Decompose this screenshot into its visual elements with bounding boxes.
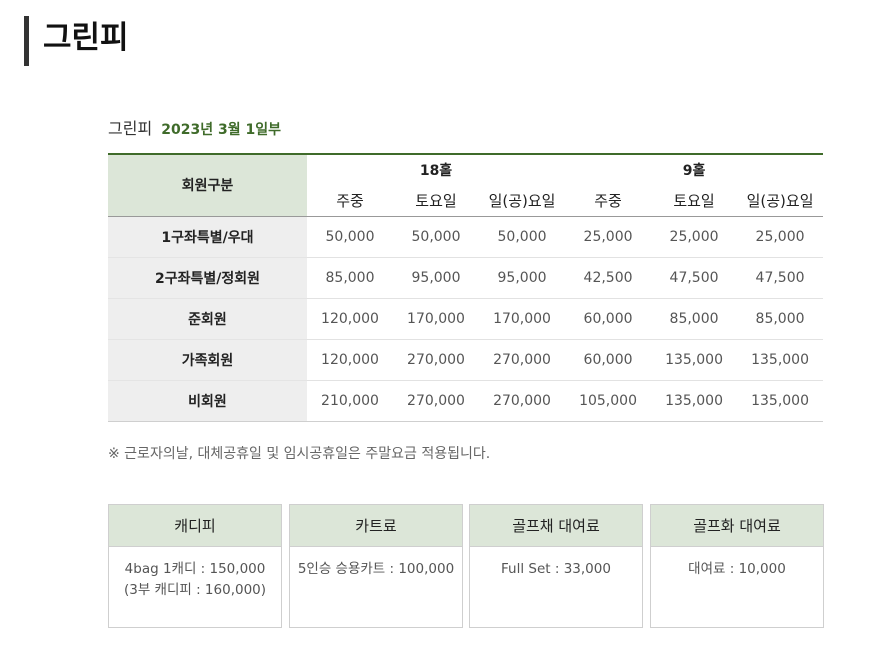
green-fee-table: 회원구분 18홀 9홀 주중 토요일 일(공)요일 주중 토요일 일(공)요일 … bbox=[108, 153, 824, 422]
box-content: Full Set : 33,000 bbox=[470, 547, 642, 580]
group-header-9: 9홀 bbox=[682, 163, 706, 179]
caddie-fee-box: 캐디피 4bag 1캐디 : 150,000 (3부 캐디피 : 160,000… bbox=[108, 504, 282, 628]
group-header-18: 18홀 bbox=[419, 163, 453, 179]
fee-cell: 120,000 bbox=[307, 339, 393, 381]
fee-cell: 25,000 bbox=[737, 216, 824, 258]
box-content: 대여료 : 10,000 bbox=[651, 547, 823, 580]
cart-fee-box: 카트료 5인승 승용카트 : 100,000 bbox=[289, 504, 463, 628]
fee-cell: 47,500 bbox=[737, 257, 824, 299]
fee-cell: 95,000 bbox=[479, 257, 566, 299]
fee-cell: 50,000 bbox=[393, 216, 479, 258]
row-label: 준회원 bbox=[108, 298, 307, 340]
fee-cell: 270,000 bbox=[393, 380, 479, 422]
fee-cell: 25,000 bbox=[565, 216, 652, 258]
fee-cell: 135,000 bbox=[737, 380, 824, 422]
fee-cell: 60,000 bbox=[565, 298, 652, 340]
member-type-header: 회원구분 bbox=[108, 154, 307, 217]
subheader-saturday: 토요일 bbox=[651, 185, 738, 217]
box-title: 골프채 대여료 bbox=[470, 505, 642, 547]
fee-cell: 85,000 bbox=[651, 298, 738, 340]
box-title: 캐디피 bbox=[109, 505, 281, 547]
fee-cell: 25,000 bbox=[651, 216, 738, 258]
table-row: 2구좌특별/정회원 85,000 95,000 95,000 42,500 47… bbox=[108, 257, 824, 299]
table-row: 비회원 210,000 270,000 270,000 105,000 135,… bbox=[108, 380, 824, 422]
subheader-sunday-holiday: 일(공)요일 bbox=[479, 185, 566, 217]
table-row: 1구좌특별/우대 50,000 50,000 50,000 25,000 25,… bbox=[108, 216, 824, 258]
box-line: 4bag 1캐디 : 150,000 bbox=[124, 561, 266, 577]
fee-cell: 120,000 bbox=[307, 298, 393, 340]
page-title: 그린피 bbox=[24, 16, 129, 66]
shoe-rental-box: 골프화 대여료 대여료 : 10,000 bbox=[650, 504, 824, 628]
box-line: 5인승 승용카트 : 100,000 bbox=[297, 561, 455, 577]
table-row: 가족회원 120,000 270,000 270,000 60,000 135,… bbox=[108, 339, 824, 381]
box-line: 대여료 : 10,000 bbox=[688, 561, 786, 577]
effective-date: 2023년 3월 1일부 bbox=[161, 122, 281, 138]
subtitle-label: 그린피 bbox=[108, 119, 153, 138]
fee-cell: 50,000 bbox=[479, 216, 566, 258]
fee-cell: 135,000 bbox=[737, 339, 824, 381]
fee-cell: 47,500 bbox=[651, 257, 738, 299]
fee-cell: 95,000 bbox=[393, 257, 479, 299]
fee-cell: 170,000 bbox=[393, 298, 479, 340]
box-content: 4bag 1캐디 : 150,000 (3부 캐디피 : 160,000) bbox=[109, 547, 281, 601]
fee-cell: 60,000 bbox=[565, 339, 652, 381]
box-line: Full Set : 33,000 bbox=[501, 561, 611, 577]
fee-cell: 270,000 bbox=[479, 380, 566, 422]
box-line: (3부 캐디피 : 160,000) bbox=[123, 582, 267, 598]
fee-cell: 270,000 bbox=[479, 339, 566, 381]
fee-cell: 42,500 bbox=[565, 257, 652, 299]
row-label: 2구좌특별/정회원 bbox=[108, 257, 307, 299]
row-label: 비회원 bbox=[108, 380, 307, 422]
table-row: 준회원 120,000 170,000 170,000 60,000 85,00… bbox=[108, 298, 824, 340]
subheader-saturday: 토요일 bbox=[393, 185, 479, 217]
box-title: 골프화 대여료 bbox=[651, 505, 823, 547]
subheader-weekday: 주중 bbox=[565, 185, 652, 217]
fee-cell: 85,000 bbox=[737, 298, 824, 340]
section-subtitle: 그린피 2023년 3월 1일부 bbox=[108, 119, 281, 140]
fee-cell: 50,000 bbox=[307, 216, 393, 258]
fee-cell: 170,000 bbox=[479, 298, 566, 340]
subheader-sunday-holiday: 일(공)요일 bbox=[737, 185, 824, 217]
row-label: 가족회원 bbox=[108, 339, 307, 381]
row-label: 1구좌특별/우대 bbox=[108, 216, 307, 258]
box-title: 카트료 bbox=[290, 505, 462, 547]
fee-cell: 135,000 bbox=[651, 339, 738, 381]
fee-cell: 135,000 bbox=[651, 380, 738, 422]
club-rental-box: 골프채 대여료 Full Set : 33,000 bbox=[469, 504, 643, 628]
table-header-row: 회원구분 18홀 9홀 bbox=[108, 154, 823, 217]
holiday-note: ※ 근로자의날, 대체공휴일 및 임시공휴일은 주말요금 적용됩니다. bbox=[108, 446, 491, 462]
fee-cell: 105,000 bbox=[565, 380, 652, 422]
subheader-weekday: 주중 bbox=[307, 185, 393, 217]
fee-cell: 85,000 bbox=[307, 257, 393, 299]
fee-cell: 210,000 bbox=[307, 380, 393, 422]
box-content: 5인승 승용카트 : 100,000 bbox=[290, 547, 462, 580]
fee-cell: 270,000 bbox=[393, 339, 479, 381]
